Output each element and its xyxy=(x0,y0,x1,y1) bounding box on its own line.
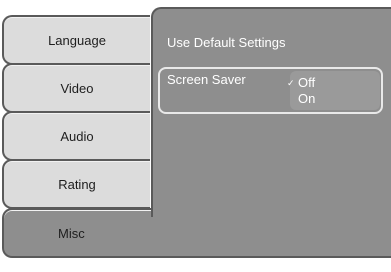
tab-rating-label: Rating xyxy=(58,176,96,192)
tab-rating[interactable]: Rating xyxy=(2,159,150,209)
screen-saver-options: ✓ Off On xyxy=(287,71,380,110)
checkmark-icon: ✓ xyxy=(287,78,295,88)
screen-saver-label: Screen Saver xyxy=(167,72,246,87)
tab-misc-label: Misc xyxy=(58,225,85,241)
use-default-settings-option[interactable]: Use Default Settings xyxy=(167,35,286,50)
screen-saver-row[interactable]: Screen Saver ✓ Off On xyxy=(158,67,383,114)
tab-language[interactable]: Language xyxy=(2,15,150,65)
tab-audio-label: Audio xyxy=(60,128,94,144)
tab-language-label: Language xyxy=(48,32,106,48)
tab-video-label: Video xyxy=(60,80,94,96)
option-on[interactable]: On xyxy=(298,91,315,106)
tab-audio[interactable]: Audio xyxy=(2,111,150,161)
option-off[interactable]: Off xyxy=(298,75,315,90)
settings-panel: Use Default Settings Screen Saver ✓ Off … xyxy=(151,7,391,217)
tab-video[interactable]: Video xyxy=(2,63,150,113)
